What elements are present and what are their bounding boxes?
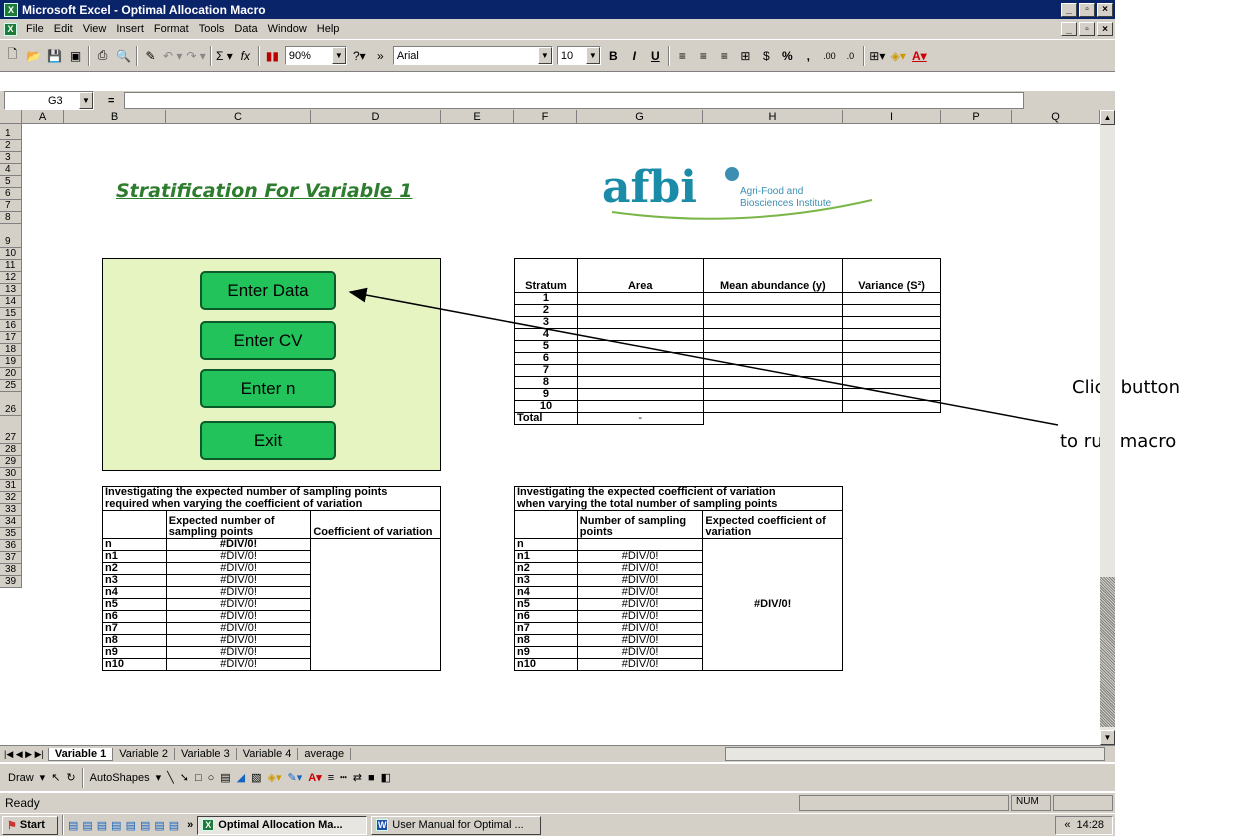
dash-style-icon[interactable]: ┅ [340,771,347,784]
num-lock-indicator: NUM [1011,795,1051,811]
scroll-up-icon[interactable]: ▲ [1100,110,1115,125]
drawing-toolbar: Draw ▾ ↖ ↻ AutoShapes ▾ ╲ ➘ □ ○ ▤ ◢ ▧ ◈▾ ✎… [0,763,1115,791]
status-text: Ready [5,796,40,810]
draw-font-color-icon[interactable]: A▾ [308,771,321,784]
fill-icon[interactable]: ◈▾ [268,771,282,784]
tab-variable-4[interactable]: Variable 4 [237,748,299,760]
oval-icon[interactable]: ○ [208,772,215,784]
task-word-icon: W [376,819,389,831]
wordart-icon[interactable]: ◢ [237,771,245,784]
vertical-scrollbar[interactable]: ▲ ▼ [1100,110,1115,745]
tab-variable-2[interactable]: Variable 2 [113,748,175,760]
tab-variable-3[interactable]: Variable 3 [175,748,237,760]
tab-nav-icons[interactable]: |◀ ◀ ▶ ▶| [4,749,44,760]
rectangle-icon[interactable]: □ [195,772,202,784]
rotate-icon[interactable]: ↻ [66,771,75,784]
arrow-icon[interactable]: ➘ [180,771,189,784]
scroll-track-shade [1100,577,1115,727]
draw-menu[interactable]: Draw [8,772,34,784]
scroll-down-icon[interactable]: ▼ [1100,730,1115,745]
tab-variable-1[interactable]: Variable 1 [47,747,114,761]
task-user-manual[interactable]: W User Manual for Optimal ... [371,815,542,835]
select-objects-icon[interactable]: ↖ [51,771,60,784]
quick-launch-more-icon[interactable]: » [187,819,193,831]
clipart-icon[interactable]: ▧ [251,771,261,784]
shadow-icon[interactable]: ■ [368,772,375,784]
line-icon[interactable]: ╲ [167,771,174,784]
sheet-tabs-bar: |◀ ◀ ▶ ▶| Variable 1 Variable 2 Variable… [0,745,1115,762]
task-optimal-allocation[interactable]: X Optimal Allocation Ma... [197,815,368,835]
start-button[interactable]: ⚑ Start [2,815,58,835]
task-excel-icon: X [202,819,215,831]
annotation-arrow [348,287,1059,426]
textbox-icon[interactable]: ▤ [220,771,230,784]
taskbar: ⚑ Start ▤▤▤▤▤▤▤▤ » X Optimal Allocation Ma… [0,813,1115,836]
quick-launch-icons[interactable]: ▤▤▤▤▤▤▤▤ [68,819,183,832]
tab-average[interactable]: average [298,748,352,760]
line-color-icon[interactable]: ✎▾ [288,771,303,784]
arrow-style-icon[interactable]: ⇄ [353,771,362,784]
status-bar: Ready NUM [0,793,1115,813]
3d-icon[interactable]: ◧ [381,771,391,784]
system-clock: «14:28 [1055,815,1113,835]
autoshapes-menu[interactable]: AutoShapes [90,772,150,784]
horizontal-scrollbar[interactable] [725,747,1105,761]
line-style-icon[interactable]: ≡ [328,772,334,784]
windows-flag-icon: ⚑ [7,819,17,832]
